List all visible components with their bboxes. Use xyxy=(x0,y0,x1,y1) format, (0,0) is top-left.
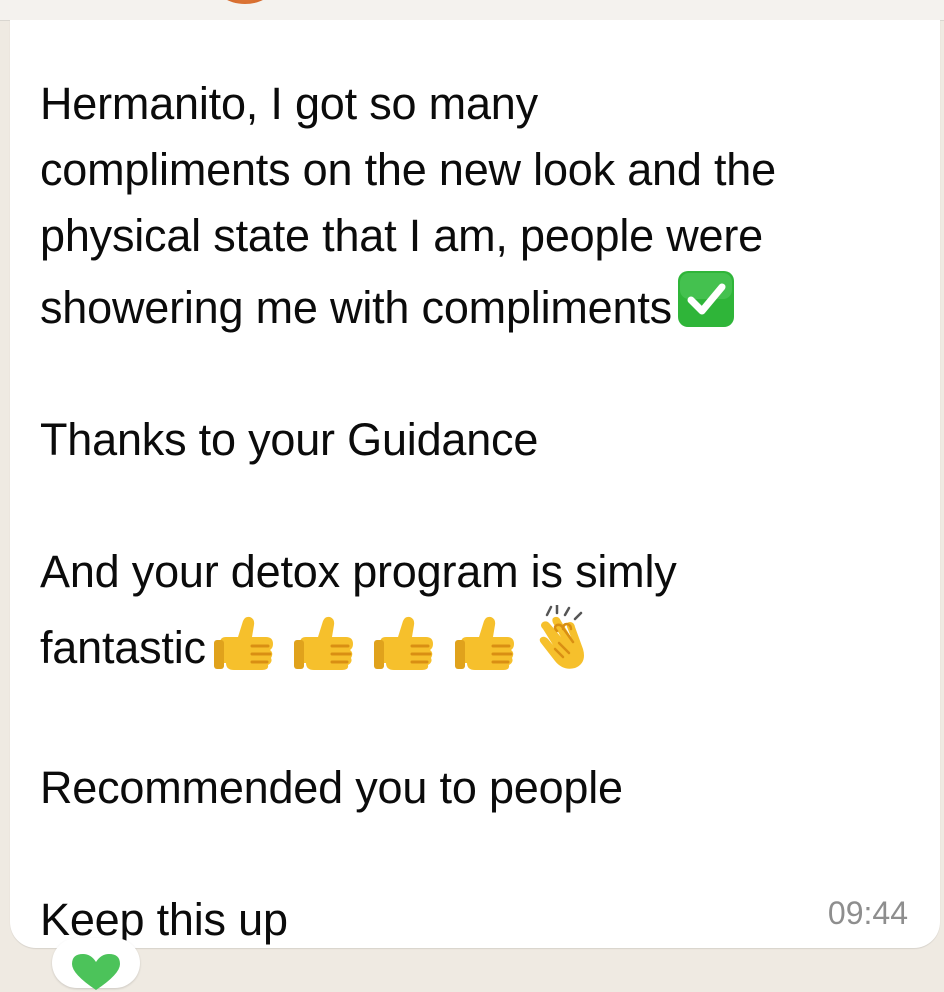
clapping-hands-icon xyxy=(539,605,585,669)
avatar[interactable] xyxy=(212,0,278,4)
green-heart-icon xyxy=(72,954,120,990)
message-line: Thanks to your Guidance xyxy=(40,414,539,465)
message-bubble[interactable]: Hermanito, I got so many compliments on … xyxy=(10,20,940,948)
thumbs-up-icon xyxy=(213,616,273,670)
thumbs-up-icon xyxy=(294,616,354,670)
message-line: compliments on the new look and the xyxy=(40,144,776,195)
message-line: physical state that I am, people were xyxy=(40,210,763,261)
message-line: Recommended you to people xyxy=(40,762,623,813)
message-timestamp: 09:44 xyxy=(827,895,908,931)
message-line: showering me with compliments xyxy=(40,269,910,341)
message-text: Hermanito, I got so many compliments on … xyxy=(40,71,910,953)
thumbs-up-icon xyxy=(374,616,434,670)
message-line: Hermanito, I got so many xyxy=(40,78,538,129)
thumbs-up-icon xyxy=(454,616,514,670)
message-line: fantastic xyxy=(40,605,910,689)
check-mark-icon xyxy=(676,269,736,329)
top-strip xyxy=(0,0,944,21)
emoji-row xyxy=(212,605,599,689)
message-line: Keep this up xyxy=(40,894,288,945)
message-line: And your detox program is simly xyxy=(40,546,677,597)
reaction-badge[interactable] xyxy=(52,938,140,990)
